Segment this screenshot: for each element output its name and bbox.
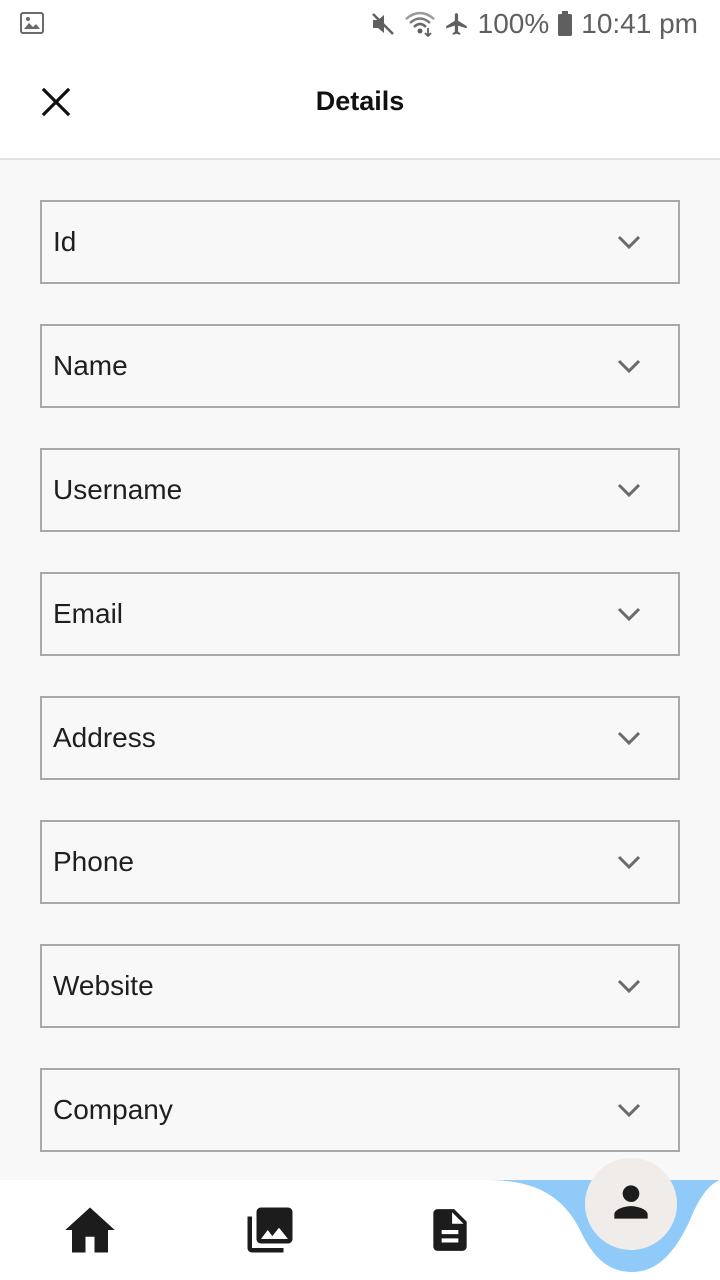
field-row-id[interactable]: Id xyxy=(40,200,680,284)
page-title: Details xyxy=(315,86,405,116)
nav-gallery[interactable] xyxy=(240,1202,300,1262)
field-label: Website xyxy=(53,970,154,1001)
document-icon xyxy=(425,1202,475,1263)
nav-documents[interactable] xyxy=(420,1202,480,1262)
chevron-down-icon xyxy=(616,356,642,381)
chevron-down-icon xyxy=(616,232,642,257)
airplane-icon xyxy=(444,11,470,37)
field-label: Email xyxy=(53,598,124,629)
field-label: Id xyxy=(53,226,77,257)
battery-percent: 100% xyxy=(477,8,550,39)
nav-profile-button[interactable] xyxy=(585,1158,677,1250)
field-label: Phone xyxy=(53,846,134,877)
nav-home[interactable] xyxy=(60,1202,120,1262)
field-row-email[interactable]: Email xyxy=(40,572,680,656)
field-label: Name xyxy=(53,350,128,381)
photo-library-icon xyxy=(243,1203,297,1262)
details-list: Id Name Username Email Address Phone Web… xyxy=(40,200,680,1192)
status-icons: 100% 10:41 pm xyxy=(370,0,698,48)
home-icon xyxy=(63,1205,117,1260)
chevron-down-icon xyxy=(616,480,642,505)
field-row-company[interactable]: Company xyxy=(40,1068,680,1152)
wifi-icon xyxy=(404,11,436,37)
clock: 10:41 pm xyxy=(581,8,698,39)
field-label: Username xyxy=(53,474,183,505)
field-row-username[interactable]: Username xyxy=(40,448,680,532)
app-bar: Details xyxy=(0,48,720,160)
field-row-phone[interactable]: Phone xyxy=(40,820,680,904)
status-bar: 100% 10:41 pm xyxy=(0,0,720,48)
field-row-website[interactable]: Website xyxy=(40,944,680,1028)
person-icon xyxy=(606,1177,656,1232)
mute-icon xyxy=(370,11,396,37)
chevron-down-icon xyxy=(616,976,642,1001)
gallery-notification-icon xyxy=(20,12,44,39)
field-row-address[interactable]: Address xyxy=(40,696,680,780)
chevron-down-icon xyxy=(616,604,642,629)
chevron-down-icon xyxy=(616,852,642,877)
battery-icon xyxy=(557,11,573,37)
field-label: Company xyxy=(53,1094,173,1125)
chevron-down-icon xyxy=(616,1100,642,1125)
field-label: Address xyxy=(53,722,156,753)
chevron-down-icon xyxy=(616,728,642,753)
field-row-name[interactable]: Name xyxy=(40,324,680,408)
